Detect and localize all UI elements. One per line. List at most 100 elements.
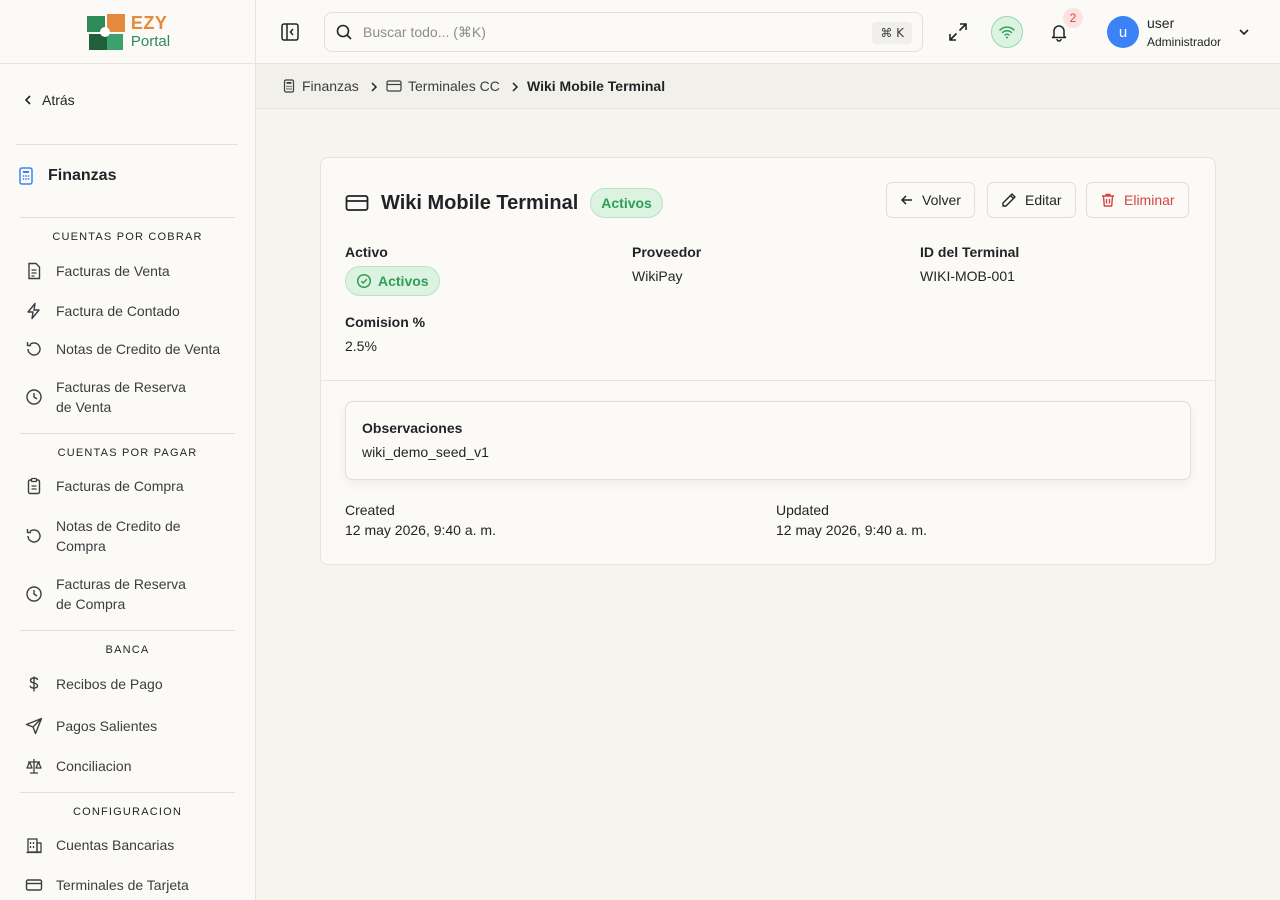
clipboard-icon (24, 476, 44, 496)
terminal-id-label: ID del Terminal (920, 244, 1020, 260)
connection-status-button[interactable] (991, 16, 1023, 48)
nav-item-facturas-de-venta[interactable]: Facturas de Venta (24, 261, 196, 281)
nav-item-label: Pagos Salientes (56, 718, 158, 734)
logo-area: EZY Portal (0, 0, 255, 64)
module-title-label: Finanzas (48, 167, 117, 184)
module-title: Finanzas (16, 166, 116, 186)
back-link[interactable]: Atrás (22, 92, 75, 108)
nav-item-conciliacion[interactable]: Conciliacion (24, 756, 196, 776)
nav-item-terminales-de-tarjeta[interactable]: Terminales de Tarjeta (24, 875, 196, 895)
nav-item-label: Facturas de Compra (56, 478, 184, 494)
breadcrumb-item-terminales-cc[interactable]: Terminales CC (386, 78, 500, 94)
user-menu-button[interactable] (1234, 22, 1254, 42)
lightning-icon (24, 301, 44, 321)
document-icon (24, 261, 44, 281)
nav-item-factura-de-contado[interactable]: Factura de Contado (24, 301, 196, 321)
section-label-cuentas-por-cobrar: CUENTAS POR COBRAR (52, 231, 203, 243)
nav-item-notas-de-credito-de-venta[interactable]: Notas de Credito de Venta (24, 339, 236, 359)
check-circle-icon (356, 273, 372, 289)
nav-item-label: Recibos de Pago (56, 676, 163, 692)
nav-item-pagos-salientes[interactable]: Pagos Salientes (24, 716, 196, 736)
back-button-label: Volver (922, 192, 961, 208)
nav-item-facturas-de-reserva-de-compra[interactable]: Facturas de Reserva de Compra (24, 574, 196, 614)
provider-label: Proveedor (632, 244, 702, 260)
search-input[interactable] (363, 24, 843, 40)
commission-label: Comision % (345, 314, 426, 330)
divider (20, 433, 235, 434)
trash-icon (1102, 193, 1114, 207)
global-search[interactable]: ⌘ K (324, 12, 923, 52)
bank-icon (24, 835, 44, 855)
divider (16, 144, 238, 145)
nav-item-cuentas-bancarias[interactable]: Cuentas Bancarias (24, 835, 196, 855)
provider-value: WikiPay (632, 268, 683, 284)
created-label: Created (345, 502, 395, 518)
active-status-badge: Activos (345, 266, 440, 296)
nav-item-label: Conciliacion (56, 758, 132, 774)
ezy-portal-logo[interactable]: EZY Portal (85, 12, 170, 52)
credit-card-icon (386, 80, 402, 92)
notes-label: Observaciones (362, 420, 463, 436)
calculator-icon (19, 167, 33, 185)
notes-box: Observaciones wiki_demo_seed_v1 (345, 401, 1191, 480)
nav-item-facturas-de-reserva-de-venta[interactable]: Facturas de Reserva de Venta (24, 377, 196, 417)
panel-left-icon (281, 23, 299, 41)
updated-label: Updated (776, 502, 829, 518)
rotate-ccw-icon (24, 339, 44, 359)
puzzle-logo-icon (86, 13, 125, 50)
terminal-id-value: WIKI-MOB-001 (920, 268, 1015, 284)
rotate-ccw-icon (24, 526, 44, 546)
pencil-icon (1002, 193, 1016, 207)
record-title: Wiki Mobile Terminal (381, 191, 579, 214)
chevron-right-icon (512, 82, 519, 92)
nav-item-label: Terminales de Tarjeta (56, 877, 189, 893)
updated-value: 12 may 2026, 9:40 a. m. (776, 522, 927, 538)
chevron-right-icon (371, 82, 378, 92)
wifi-icon (999, 26, 1015, 39)
divider (20, 792, 235, 793)
breadcrumb: Finanzas Terminales CC Wiki Mobile Termi… (256, 64, 1280, 109)
calculator-icon (283, 79, 295, 93)
notification-count-badge: 2 (1063, 8, 1083, 28)
search-shortcut-badge: ⌘ K (872, 22, 912, 44)
breadcrumb-label: Terminales CC (408, 78, 500, 94)
dollar-icon (24, 674, 44, 694)
fullscreen-button[interactable] (944, 18, 972, 46)
edit-button[interactable]: Editar (987, 182, 1076, 218)
nav-item-recibos-de-pago[interactable]: Recibos de Pago (24, 674, 196, 694)
status-badge: Activos (590, 188, 663, 218)
sidebar: EZY Portal Atrás Finanzas CUENTAS POR CO… (0, 0, 256, 900)
clock-icon (24, 584, 44, 604)
active-label: Activo (345, 244, 388, 260)
section-label-banca: BANCA (105, 644, 150, 656)
nav-item-label: Facturas de Reserva de Venta (56, 379, 186, 415)
back-link-label: Atrás (42, 92, 75, 108)
logo-line2: Portal (130, 33, 171, 50)
credit-card-icon (345, 195, 369, 211)
section-label-configuracion: CONFIGURACION (72, 806, 183, 818)
nav-item-label: Facturas de Venta (56, 263, 170, 279)
send-icon (24, 716, 44, 736)
delete-button-label: Eliminar (1124, 192, 1175, 208)
nav-item-notas-de-credito-de-compra[interactable]: Notas de Credito de Compra (24, 516, 196, 556)
delete-button[interactable]: Eliminar (1086, 182, 1189, 218)
back-button[interactable]: Volver (886, 182, 975, 218)
notes-value: wiki_demo_seed_v1 (362, 444, 489, 460)
breadcrumb-item-finanzas[interactable]: Finanzas (282, 78, 359, 94)
nav-item-label: Cuentas Bancarias (56, 837, 175, 853)
nav-item-facturas-de-compra[interactable]: Facturas de Compra (24, 476, 196, 496)
avatar[interactable]: u (1107, 16, 1139, 48)
user-name[interactable]: user (1147, 15, 1174, 31)
chevron-left-icon (24, 95, 31, 105)
breadcrumb-current: Wiki Mobile Terminal (527, 78, 666, 94)
search-icon (336, 24, 352, 40)
credit-card-icon (24, 875, 44, 895)
clock-icon (24, 387, 44, 407)
sidebar-toggle-button[interactable] (276, 18, 304, 46)
user-role: Administrador (1147, 35, 1222, 49)
breadcrumb-label: Finanzas (302, 78, 359, 94)
logo-line1: EZY (130, 13, 168, 33)
scale-icon (24, 756, 44, 776)
nav-item-label: Notas de Credito de Compra (56, 518, 181, 554)
arrow-left-icon (900, 195, 912, 205)
